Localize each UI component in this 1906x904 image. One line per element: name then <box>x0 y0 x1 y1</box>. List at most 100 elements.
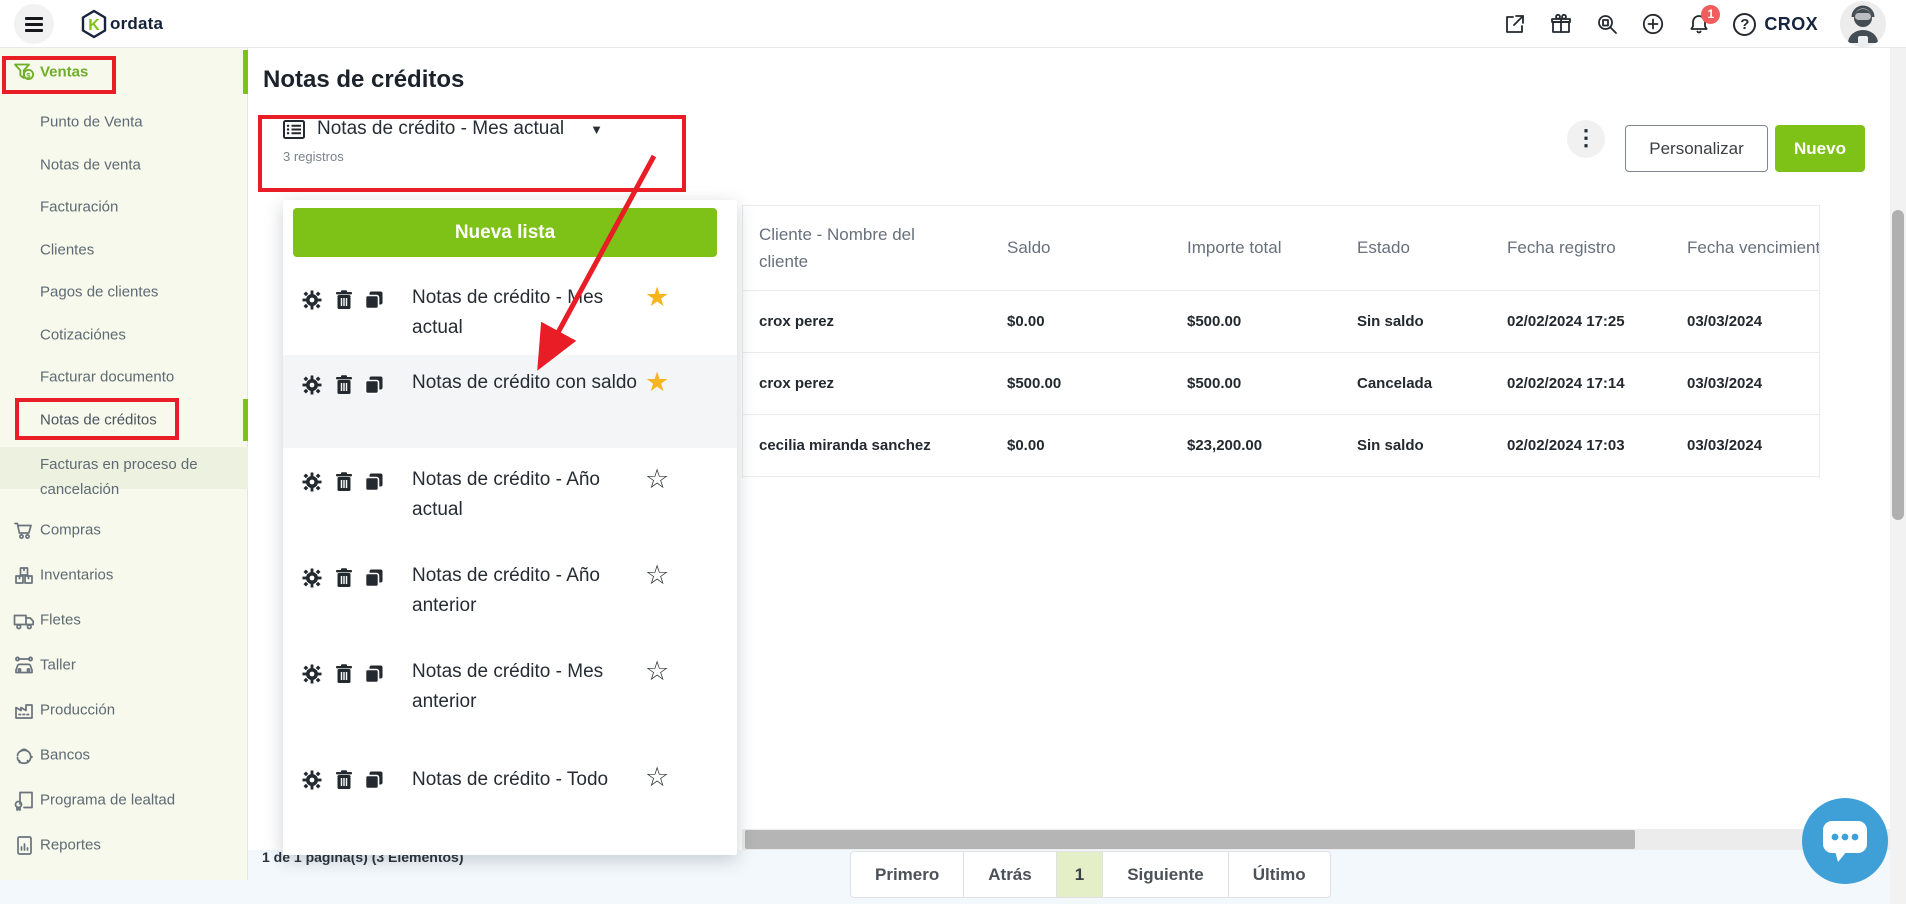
list-option-row[interactable]: Notas de crédito - Año anterior ☆ <box>283 548 737 644</box>
list-option-row[interactable]: Notas de crédito - Mes anterior ☆ <box>283 644 737 740</box>
horizontal-scrollbar[interactable] <box>742 829 1906 850</box>
gift-icon[interactable] <box>1549 12 1573 36</box>
settings-gear-icon[interactable] <box>300 373 324 397</box>
duplicate-copy-icon[interactable] <box>362 768 386 792</box>
help-icon[interactable]: ? <box>1733 13 1756 36</box>
cell-saldo: $0.00 <box>991 437 1171 454</box>
col-header-fecha-registro[interactable]: Fecha registro <box>1491 238 1671 258</box>
pagination-prev-button[interactable]: Atrás <box>963 851 1056 898</box>
brand-logo[interactable]: K ordata <box>80 8 163 40</box>
settings-gear-icon[interactable] <box>300 662 324 686</box>
sidebar-item-taller[interactable]: Taller <box>0 642 248 687</box>
sidebar-item-facturacion[interactable]: Facturación <box>0 186 248 228</box>
list-option-label[interactable]: Notas de crédito - Año anterior <box>412 561 642 621</box>
car-wrench-icon <box>12 653 36 677</box>
list-option-row[interactable]: Notas de crédito - Todo ☆ <box>283 740 737 825</box>
user-avatar[interactable] <box>1840 1 1886 47</box>
delete-trash-icon[interactable] <box>332 373 356 397</box>
report-doc-icon <box>12 833 36 857</box>
delete-trash-icon[interactable] <box>332 662 356 686</box>
duplicate-copy-icon[interactable] <box>362 288 386 312</box>
vertical-scrollbar-thumb[interactable] <box>1892 210 1904 520</box>
pagination-next-button[interactable]: Siguiente <box>1102 851 1229 898</box>
sidebar-item-notas-de-venta[interactable]: Notas de venta <box>0 144 248 186</box>
col-header-fecha-vencimiento[interactable]: Fecha vencimiento <box>1671 238 1820 258</box>
active-item-accent-bar <box>243 399 248 441</box>
cell-importe: $500.00 <box>1171 375 1341 392</box>
table-header-row: Cliente - Nombre del cliente Saldo Impor… <box>743 206 1819 291</box>
boxes-icon <box>12 563 36 587</box>
open-in-new-icon[interactable] <box>1503 12 1527 36</box>
new-button[interactable]: Nuevo <box>1775 125 1865 172</box>
duplicate-copy-icon[interactable] <box>362 470 386 494</box>
sidebar-item-inventarios[interactable]: Inventarios <box>0 552 248 597</box>
sidebar-item-fletes[interactable]: Fletes <box>0 597 248 642</box>
notifications-bell-icon[interactable]: 1 <box>1687 12 1711 36</box>
sidebar-item-cotizaciones[interactable]: Cotizaciónes <box>0 314 248 356</box>
pagination-current-page[interactable]: 1 <box>1056 851 1103 898</box>
star-outline-icon[interactable]: ☆ <box>645 762 669 792</box>
list-option-label[interactable]: Notas de crédito - Mes actual <box>412 283 642 343</box>
caret-down-icon[interactable]: ▼ <box>590 122 603 137</box>
settings-gear-icon[interactable] <box>300 566 324 590</box>
pagination-first-button[interactable]: Primero <box>850 851 964 898</box>
table-row[interactable]: crox perez $500.00 $500.00 Cancelada 02/… <box>743 353 1819 415</box>
star-outline-icon[interactable]: ☆ <box>645 656 669 686</box>
sidebar-item-compras[interactable]: Compras <box>0 508 248 552</box>
hamburger-menu-button[interactable] <box>14 4 54 44</box>
col-header-importe[interactable]: Importe total <box>1171 238 1341 258</box>
chat-bubble-icon <box>1821 819 1869 863</box>
delete-trash-icon[interactable] <box>332 768 356 792</box>
list-option-row-highlighted[interactable]: Notas de crédito con saldo ★ <box>283 355 737 448</box>
list-option-label[interactable]: Notas de crédito - Año actual <box>412 465 642 525</box>
col-header-cliente[interactable]: Cliente - Nombre del cliente <box>743 221 991 275</box>
sidebar-item-facturar-documento[interactable]: Facturar documento <box>0 356 248 398</box>
table-row[interactable]: crox perez $0.00 $500.00 Sin saldo 02/02… <box>743 291 1819 353</box>
new-list-button[interactable]: Nueva lista <box>293 208 717 257</box>
credit-notes-table: Cliente - Nombre del cliente Saldo Impor… <box>742 205 1820 478</box>
duplicate-copy-icon[interactable] <box>362 662 386 686</box>
star-filled-icon[interactable]: ★ <box>645 367 669 397</box>
delete-trash-icon[interactable] <box>332 288 356 312</box>
search-records-icon[interactable] <box>1595 12 1619 36</box>
settings-gear-icon[interactable] <box>300 470 324 494</box>
star-filled-icon[interactable]: ★ <box>645 282 669 312</box>
duplicate-copy-icon[interactable] <box>362 373 386 397</box>
list-option-label[interactable]: Notas de crédito - Mes anterior <box>412 657 642 717</box>
star-outline-icon[interactable]: ☆ <box>645 560 669 590</box>
sidebar-item-produccion[interactable]: Producción <box>0 687 248 732</box>
chat-support-button[interactable] <box>1802 798 1888 884</box>
sidebar-item-reportes[interactable]: Reportes <box>0 822 248 867</box>
settings-gear-icon[interactable] <box>300 288 324 312</box>
sidebar-item-facturas-en-proceso[interactable]: Facturas en proceso de cancelación <box>0 444 248 506</box>
star-outline-icon[interactable]: ☆ <box>645 464 669 494</box>
list-option-row[interactable]: Notas de crédito - Año actual ☆ <box>283 452 737 548</box>
add-circle-icon[interactable] <box>1641 12 1665 36</box>
col-header-estado[interactable]: Estado <box>1341 238 1491 258</box>
cell-estado: Sin saldo <box>1341 437 1491 454</box>
list-option-label[interactable]: Notas de crédito - Todo <box>412 765 642 795</box>
sidebar-item-clientes[interactable]: Clientes <box>0 229 248 271</box>
sidebar-item-notas-de-creditos[interactable]: Notas de créditos <box>0 399 248 441</box>
cell-saldo: $500.00 <box>991 375 1171 392</box>
personalize-button[interactable]: Personalizar <box>1625 125 1768 172</box>
table-row[interactable]: cecilia miranda sanchez $0.00 $23,200.00… <box>743 415 1819 477</box>
sidebar-item-bancos[interactable]: Bancos <box>0 732 248 777</box>
more-options-kebab-button[interactable]: ⋮ <box>1567 120 1605 158</box>
settings-gear-icon[interactable] <box>300 768 324 792</box>
list-option-row[interactable]: Notas de crédito - Mes actual ★ <box>283 270 737 355</box>
sidebar-item-pagos-de-clientes[interactable]: Pagos de clientes <box>0 271 248 313</box>
cell-cliente: crox perez <box>743 313 991 330</box>
pagination-last-button[interactable]: Último <box>1228 851 1331 898</box>
list-option-label[interactable]: Notas de crédito con saldo <box>412 368 642 398</box>
vertical-scrollbar[interactable] <box>1890 48 1906 904</box>
delete-trash-icon[interactable] <box>332 566 356 590</box>
sidebar-item-ventas[interactable]: $ Ventas <box>0 48 248 96</box>
col-header-saldo[interactable]: Saldo <box>991 238 1171 258</box>
sidebar-item-programa-lealtad[interactable]: Programa de lealtad <box>0 777 248 822</box>
list-selector[interactable]: Notas de crédito - Mes actual ▼ 3 regist… <box>283 118 603 164</box>
horizontal-scrollbar-thumb[interactable] <box>745 830 1635 849</box>
sidebar-item-punto-de-venta[interactable]: Punto de Venta <box>0 101 248 143</box>
duplicate-copy-icon[interactable] <box>362 566 386 590</box>
delete-trash-icon[interactable] <box>332 470 356 494</box>
